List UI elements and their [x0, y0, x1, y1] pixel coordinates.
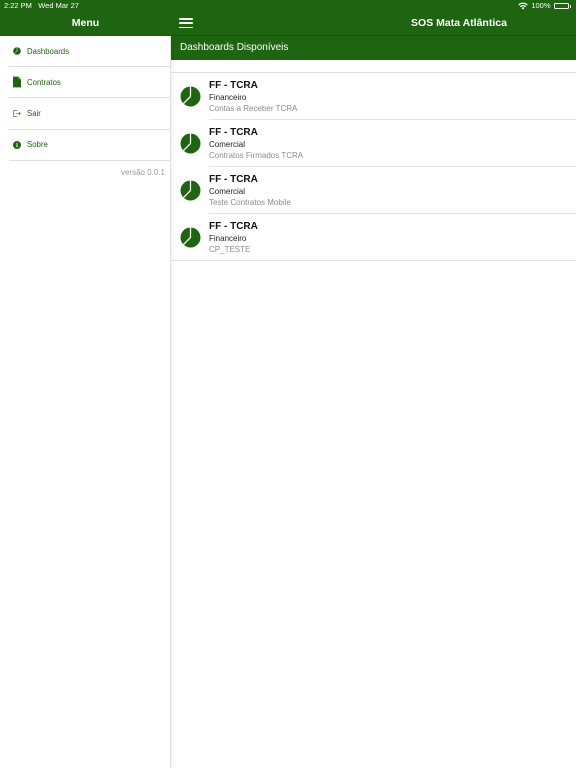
app-title: SOS Mata Atlântica: [411, 17, 507, 29]
dashboard-description: Teste Contratos Mobile: [209, 198, 291, 207]
status-clock: 2:22 PM: [4, 1, 32, 10]
sidebar-item-label: Contratos: [27, 77, 61, 87]
pie-chart-icon: [180, 180, 201, 201]
sidebar-item-label: Dashboards: [27, 46, 70, 56]
hamburger-icon[interactable]: [179, 17, 193, 29]
battery-percent: 100%: [531, 1, 551, 10]
dashboard-category: Comercial: [209, 187, 246, 196]
dashboard-category: Financeiro: [209, 93, 247, 102]
dashboard-category: Comercial: [209, 140, 246, 149]
battery-icon: [553, 3, 569, 9]
sidebar-title: Menu: [71, 17, 100, 29]
pie-chart-icon: [180, 86, 201, 107]
dashboard-item[interactable]: FF - TCRA Comercial Contratos Firmados T…: [171, 120, 576, 167]
dashboard-item[interactable]: FF - TCRA Comercial Teste Contratos Mobi…: [171, 167, 576, 214]
sidebar: Dashboards Contratos Sair Sobre versão 0…: [0, 36, 171, 768]
dashboard-category: Financeiro: [209, 234, 247, 243]
pie-chart-icon: [9, 45, 21, 57]
wifi-icon: [518, 2, 529, 10]
status-date: Wed Mar 27: [38, 1, 79, 10]
status-bar: 2:22 PM Wed Mar 27 100%: [0, 0, 576, 12]
dashboard-list: FF - TCRA Financeiro Contas a Receber TC…: [171, 72, 576, 261]
dashboard-title: FF - TCRA: [209, 174, 258, 185]
page-title: Dashboards Disponíveis: [171, 36, 576, 60]
dashboard-description: CP_TESTE: [209, 245, 251, 254]
document-icon: [9, 76, 21, 88]
info-icon: [9, 139, 21, 151]
dashboard-title: FF - TCRA: [209, 127, 258, 138]
status-right: 100%: [518, 0, 571, 12]
sidebar-item-sair[interactable]: Sair: [9, 98, 170, 130]
sidebar-item-label: Sobre: [27, 140, 48, 150]
pie-chart-icon: [180, 133, 201, 154]
battery-tip: [569, 4, 571, 8]
dashboard-description: Contas a Receber TCRA: [209, 104, 298, 113]
logout-icon: [9, 107, 21, 119]
dashboard-item[interactable]: FF - TCRA Financeiro Contas a Receber TC…: [171, 73, 576, 120]
dashboard-title: FF - TCRA: [209, 80, 258, 91]
dashboard-item[interactable]: FF - TCRA Financeiro CP_TESTE: [171, 214, 576, 261]
sidebar-item-contratos[interactable]: Contratos: [9, 67, 170, 99]
sidebar-item-sobre[interactable]: Sobre: [9, 130, 170, 161]
sidebar-item-label: Sair: [27, 108, 41, 118]
version-label: versão 0.0.1: [120, 167, 165, 177]
dashboard-title: FF - TCRA: [209, 221, 258, 232]
dashboard-description: Contratos Firmados TCRA: [209, 151, 304, 160]
sidebar-item-dashboards[interactable]: Dashboards: [9, 36, 170, 68]
status-time: 2:22 PM Wed Mar 27: [4, 0, 79, 12]
pie-chart-icon: [180, 227, 201, 248]
